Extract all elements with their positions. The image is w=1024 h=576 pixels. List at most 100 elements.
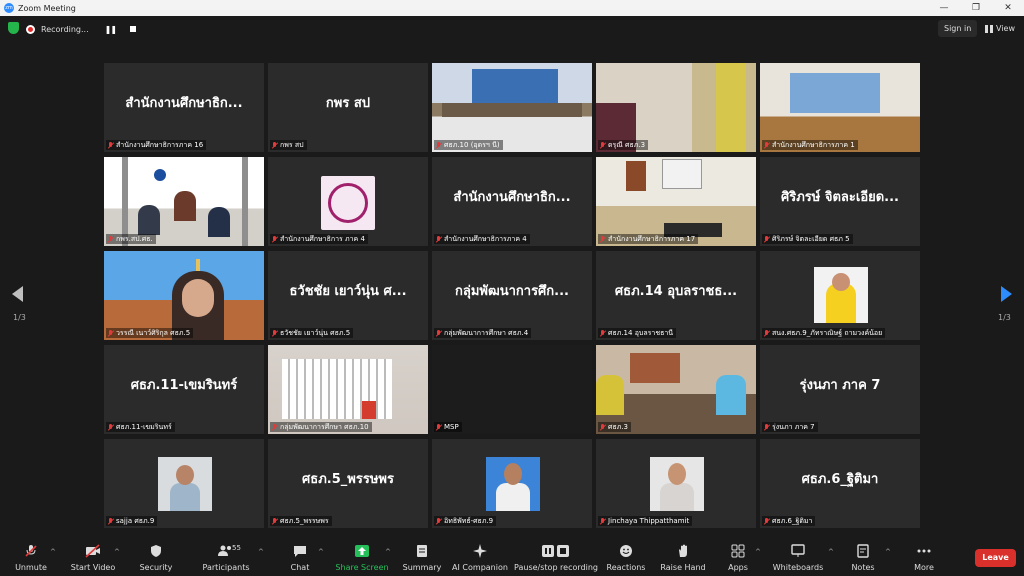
- stop-recording-icon[interactable]: [130, 26, 137, 32]
- participant-tile[interactable]: ธวัชชัย เยาว์นุ่น ศ... ธวัชชัย เยาว์นุ่น …: [268, 251, 428, 340]
- participant-name: รุ่งนภา ภาค 7: [772, 422, 815, 431]
- participant-tile[interactable]: sajja ศธภ.9: [104, 439, 264, 528]
- chat-caret-icon[interactable]: ^: [318, 548, 324, 556]
- pause-stop-icon: [541, 544, 571, 558]
- audio-options-caret-icon[interactable]: ^: [50, 548, 56, 556]
- chat-bubble-icon: [292, 544, 308, 558]
- participant-name: ดรุณี ศธภ.3: [608, 140, 646, 149]
- participant-tile[interactable]: กพร สป กพร สป: [268, 63, 428, 152]
- restore-button[interactable]: ❐: [960, 0, 992, 16]
- mic-muted-icon: [107, 423, 114, 431]
- participant-name: สำนักงานศึกษาธิการภาค 4: [444, 234, 527, 243]
- participant-display-name: [596, 157, 756, 235]
- participant-tile[interactable]: กพร.สป.ศธ.: [104, 157, 264, 246]
- participant-display-name: รุ่งนภา ภาค 7: [799, 377, 881, 393]
- mic-muted-icon: [107, 141, 114, 149]
- participant-tile[interactable]: รุ่งนภา ภาค 7 รุ่งนภา ภาค 7: [760, 345, 920, 434]
- more-button[interactable]: More: [889, 544, 959, 572]
- participant-display-name: [104, 157, 264, 235]
- apps-caret-icon[interactable]: ^: [755, 548, 761, 556]
- participant-name-tag: รุ่งนภา ภาค 7: [762, 422, 818, 432]
- participant-tile[interactable]: กลุ่มพัฒนาการศึก... กลุ่มพัฒนาการศึกษา ศธ…: [432, 251, 592, 340]
- minimize-button[interactable]: —: [928, 0, 960, 16]
- mic-muted-icon: [435, 235, 442, 243]
- participant-name-tag: สนง.ศธภ.9_ภัทราณิษฐ์ ถามวงค์น้อย: [762, 328, 886, 338]
- participant-name: สำนักงานศึกษาธิการภาค 16: [116, 140, 204, 149]
- leave-meeting-button[interactable]: Leave: [975, 549, 1016, 567]
- participant-tile[interactable]: สนง.ศธภ.9_ภัทราณิษฐ์ ถามวงค์น้อย: [760, 251, 920, 340]
- security-button[interactable]: Security: [121, 544, 191, 572]
- share-screen-icon: [354, 544, 370, 558]
- participant-display-name: [596, 345, 756, 423]
- participant-tile[interactable]: MSP: [432, 345, 592, 434]
- summary-label: Summary: [402, 563, 442, 572]
- mic-muted-icon: [271, 517, 278, 525]
- participant-tile[interactable]: ศธภ.3: [596, 345, 756, 434]
- pause-recording-icon[interactable]: ❚❚: [105, 25, 117, 34]
- participant-tile[interactable]: ศธภ.6_ฐิติมา ศธภ.6_ฐิติมา: [760, 439, 920, 528]
- chat-button[interactable]: Chat: [265, 544, 335, 572]
- unmute-button[interactable]: Unmute: [0, 544, 66, 572]
- mic-muted-icon: [271, 329, 278, 337]
- page-indicator-left: 1/3: [13, 313, 26, 322]
- view-label: View: [996, 24, 1015, 33]
- ai-companion-button[interactable]: AI Companion: [445, 544, 515, 572]
- participant-tile[interactable]: ศธภ.14 อุบลราชธ... ศธภ.14 อุบลราชธานี: [596, 251, 756, 340]
- participant-name: สำนักงานศึกษาธิการภาค 17: [608, 234, 696, 243]
- participant-display-name: กลุ่มพัฒนาการศึก...: [455, 283, 569, 299]
- meeting-topbar: Recording... ❚❚ Sign in View: [0, 16, 1024, 42]
- participant-display-name: [432, 439, 592, 517]
- raise-hand-icon: [675, 544, 691, 558]
- mic-muted-icon: [107, 329, 114, 337]
- mic-muted-icon: [763, 141, 770, 149]
- mic-muted-icon: [763, 517, 770, 525]
- participant-name-tag: สำนักงานศึกษาธิการ ภาค 4: [270, 234, 368, 244]
- previous-page-arrow-icon[interactable]: [12, 286, 23, 302]
- encryption-shield-icon[interactable]: [8, 22, 19, 34]
- participant-tile[interactable]: ศธภ.10 (อุดรฯ นี): [432, 63, 592, 152]
- next-page-arrow-icon[interactable]: [1001, 286, 1012, 302]
- participant-tile[interactable]: Jinchaya Thippatthamit: [596, 439, 756, 528]
- participants-label: Participants: [202, 563, 250, 572]
- participant-name: อิทธิพัทธ์-ศธภ.9: [444, 516, 494, 525]
- view-button[interactable]: View: [980, 20, 1020, 37]
- participant-name: ศธภ.11-เขมรินทร์: [116, 422, 172, 431]
- participant-name-tag: สำนักงานศึกษาธิการภาค 17: [598, 234, 699, 244]
- mic-muted-icon: [435, 517, 442, 525]
- participant-name: กลุ่มพัฒนาการศึกษา ศธภ.4: [444, 328, 529, 337]
- mic-muted-icon: [23, 544, 39, 558]
- participants-caret-icon[interactable]: ^: [258, 548, 264, 556]
- participant-tile[interactable]: สำนักงานศึกษาธิก... สำนักงานศึกษาธิการภาค…: [432, 157, 592, 246]
- sign-in-button[interactable]: Sign in: [938, 20, 978, 37]
- participant-tile[interactable]: ดรุณี ศธภ.3: [596, 63, 756, 152]
- participant-tile[interactable]: ศธภ.5_พรรษพร ศธภ.5_พรรษพร: [268, 439, 428, 528]
- participant-name: ศธภ.6_ฐิติมา: [772, 516, 813, 525]
- participant-tile[interactable]: ศธภ.11-เขมรินทร์ ศธภ.11-เขมรินทร์: [104, 345, 264, 434]
- participant-tile[interactable]: สำนักงานศึกษาธิการ ภาค 4: [268, 157, 428, 246]
- pause-stop-label: Pause/stop recording: [514, 563, 598, 572]
- participant-tile[interactable]: ศิริภรษ์ จิตละเอียด... ศิริภรษ์ จิตละเอีย…: [760, 157, 920, 246]
- share-screen-label: Share Screen: [335, 563, 389, 572]
- participants-icon: 55: [218, 544, 241, 558]
- participant-tile[interactable]: วรรณี เนาว์ศิริกุล ศธภ.5: [104, 251, 264, 340]
- participant-name-tag: กลุ่มพัฒนาการศึกษา ศธภ.4: [434, 328, 532, 338]
- participant-tile[interactable]: สำนักงานศึกษาธิก... สำนักงานศึกษาธิการภาค…: [104, 63, 264, 152]
- participant-name-tag: กพร.สป.ศธ.: [106, 234, 156, 244]
- notes-label: Notes: [851, 563, 875, 572]
- participants-button[interactable]: 55 Participants: [191, 544, 261, 572]
- video-options-caret-icon[interactable]: ^: [114, 548, 120, 556]
- reactions-label: Reactions: [606, 563, 646, 572]
- participant-name: Jinchaya Thippatthamit: [608, 517, 690, 525]
- participant-name-tag: สำนักงานศึกษาธิการภาค 16: [106, 140, 207, 150]
- participant-tile[interactable]: สำนักงานศึกษาธิการภาค 17: [596, 157, 756, 246]
- participant-tile[interactable]: กลุ่มพัฒนาการศึกษา ศธภ.10: [268, 345, 428, 434]
- participant-tile[interactable]: สำนักงานศึกษาธิการภาค 1: [760, 63, 920, 152]
- participant-tile[interactable]: อิทธิพัทธ์-ศธภ.9: [432, 439, 592, 528]
- more-dots-icon: [916, 544, 932, 558]
- participant-display-name: [760, 63, 920, 141]
- close-window-button[interactable]: ✕: [992, 0, 1024, 16]
- pause-stop-recording-button[interactable]: Pause/stop recording: [514, 544, 598, 572]
- participant-name-tag: กลุ่มพัฒนาการศึกษา ศธภ.10: [270, 422, 372, 432]
- mic-muted-icon: [271, 235, 278, 243]
- whiteboards-button[interactable]: Whiteboards: [763, 544, 833, 572]
